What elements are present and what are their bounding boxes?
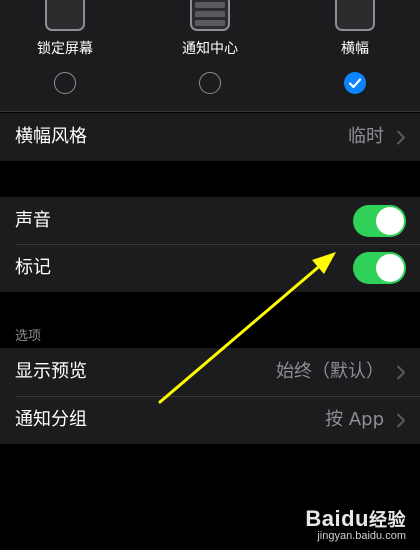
baidu-jingyan-watermark: Baidu经验 jingyan.baidu.com [305,506,406,542]
watermark-site: jingyan.baidu.com [317,530,406,542]
watermark-brand: Baidu经验 [305,506,406,531]
annotation-arrow-icon [158,252,336,404]
